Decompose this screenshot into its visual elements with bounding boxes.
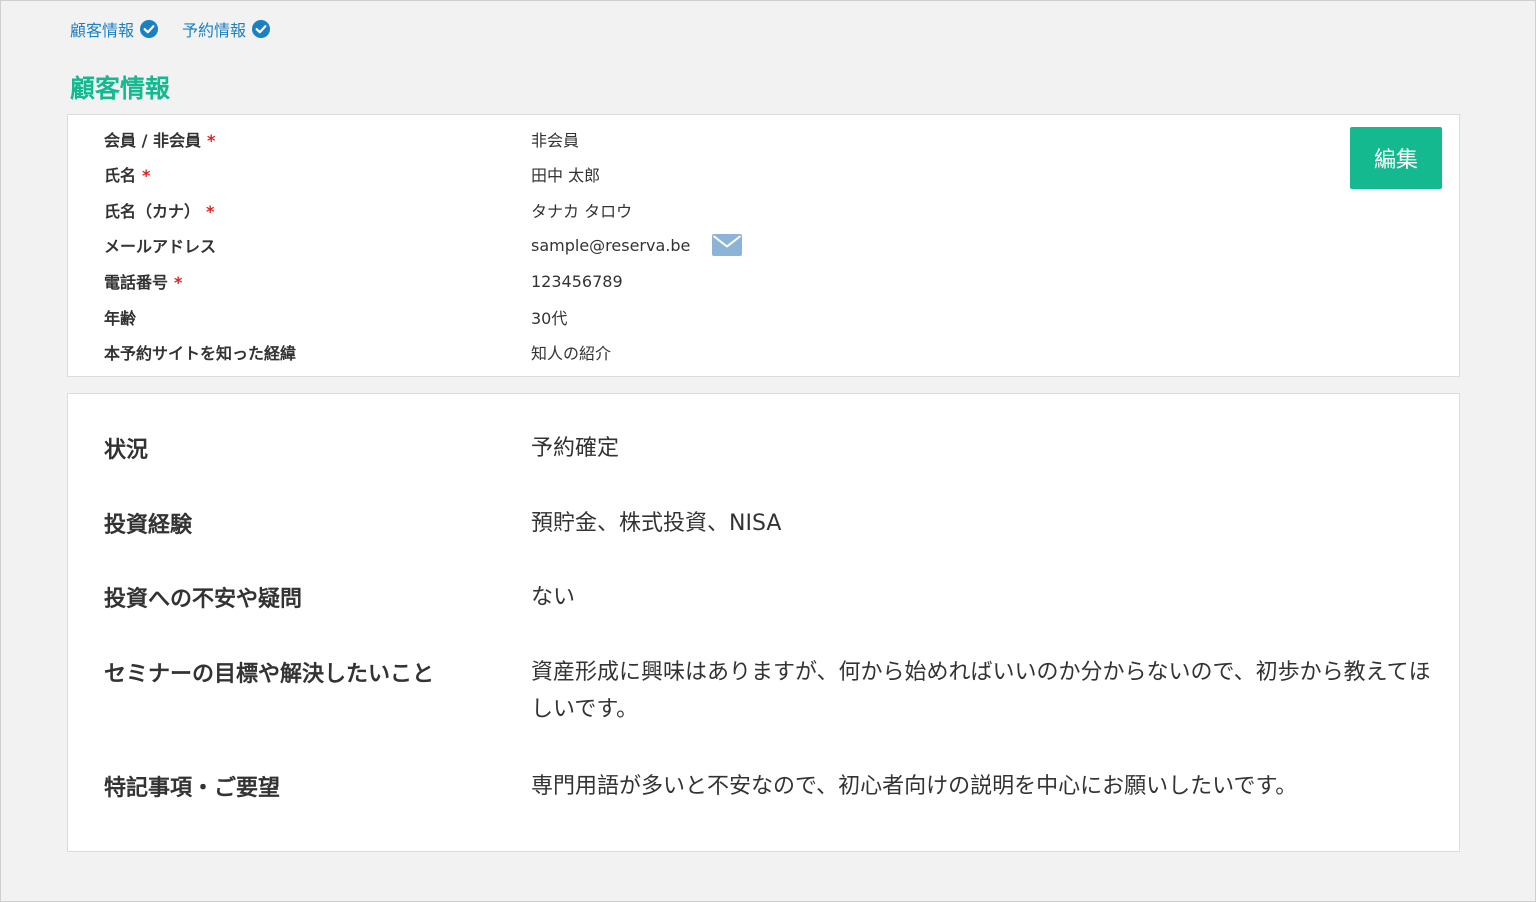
- tab-customer-info[interactable]: 顧客情報: [70, 17, 159, 41]
- reservation-detail-card: 状況 予約確定 投資経験 預貯金、株式投資、NISA 投資への不安や疑問 ない …: [67, 393, 1460, 852]
- tab-bar: 顧客情報 予約情報: [70, 17, 271, 41]
- field-row-age: 年齢 30代: [104, 305, 567, 329]
- email-value: sample@reserva.be: [531, 235, 691, 255]
- field-label: 本予約サイトを知った経緯: [104, 344, 297, 363]
- mail-icon[interactable]: [712, 234, 743, 256]
- detail-row-goals: セミナーの目標や解決したいこと 資産形成に興味はありますが、何から始めればいいの…: [104, 654, 1451, 728]
- detail-row-requests: 特記事項・ご要望 専門用語が多いと不安なので、初心者向けの説明を中心にお願いした…: [104, 768, 1451, 805]
- detail-row-experience: 投資経験 預貯金、株式投資、NISA: [104, 505, 1451, 542]
- required-mark: *: [174, 273, 183, 292]
- field-label: 年齢: [104, 309, 137, 328]
- edit-button[interactable]: 編集: [1350, 127, 1442, 189]
- detail-label: 投資経験: [104, 513, 193, 538]
- detail-row-concerns: 投資への不安や疑問 ない: [104, 579, 1451, 616]
- field-value: 田中 太郎: [531, 166, 601, 185]
- detail-label: 投資への不安や疑問: [104, 587, 303, 612]
- required-mark: *: [207, 131, 216, 150]
- field-value: 知人の紹介: [531, 344, 612, 363]
- check-circle-icon: [140, 20, 159, 38]
- field-label: 電話番号 *: [104, 273, 183, 292]
- field-row-email: メールアドレス sample@reserva.be: [104, 233, 743, 257]
- field-label: 氏名 *: [104, 166, 151, 185]
- detail-label: 特記事項・ご要望: [104, 776, 281, 801]
- field-row-name: 氏名 * 田中 太郎: [104, 162, 600, 186]
- field-value: 123456789: [531, 271, 623, 291]
- required-mark: *: [142, 166, 151, 185]
- detail-label: セミナーの目標や解決したいこと: [104, 662, 435, 687]
- detail-value: ない: [531, 585, 576, 610]
- tab-label: 予約情報: [182, 21, 247, 40]
- field-row-membership: 会員 / 非会員 * 非会員: [104, 127, 579, 151]
- detail-value: 資産形成に興味はありますが、何から始めればいいのか分からないので、初歩から教えて…: [531, 660, 1431, 722]
- field-value: 30代: [531, 309, 568, 328]
- field-row-referral: 本予約サイトを知った経緯 知人の紹介: [104, 340, 611, 364]
- detail-value: 予約確定: [531, 436, 620, 461]
- field-label: メールアドレス: [104, 237, 217, 256]
- field-label: 会員 / 非会員 *: [104, 131, 216, 150]
- page-frame: 顧客情報 予約情報 顧客情報 会員 / 非会員 * 非会員 氏名 * 田中 太郎 氏…: [0, 0, 1536, 902]
- detail-label: 状況: [104, 438, 149, 463]
- field-label: 氏名（カナ） *: [104, 202, 215, 221]
- field-row-phone: 電話番号 * 123456789: [104, 269, 623, 293]
- field-value: タナカ タロウ: [531, 202, 633, 221]
- detail-row-status: 状況 予約確定: [104, 430, 1451, 467]
- check-circle-icon: [252, 20, 271, 38]
- section-title: 顧客情報: [70, 74, 171, 103]
- tab-label: 顧客情報: [70, 21, 135, 40]
- required-mark: *: [206, 202, 215, 221]
- field-row-name-kana: 氏名（カナ） * タナカ タロウ: [104, 198, 632, 222]
- tab-reservation-info[interactable]: 予約情報: [182, 17, 271, 41]
- customer-info-card: 会員 / 非会員 * 非会員 氏名 * 田中 太郎 氏名（カナ） * タナカ タロウ …: [67, 114, 1460, 377]
- detail-value: 預貯金、株式投資、NISA: [531, 511, 782, 536]
- field-value: 非会員: [531, 131, 580, 150]
- field-value: sample@reserva.be: [531, 234, 743, 256]
- detail-value: 専門用語が多いと不安なので、初心者向けの説明を中心にお願いしたいです。: [531, 774, 1298, 799]
